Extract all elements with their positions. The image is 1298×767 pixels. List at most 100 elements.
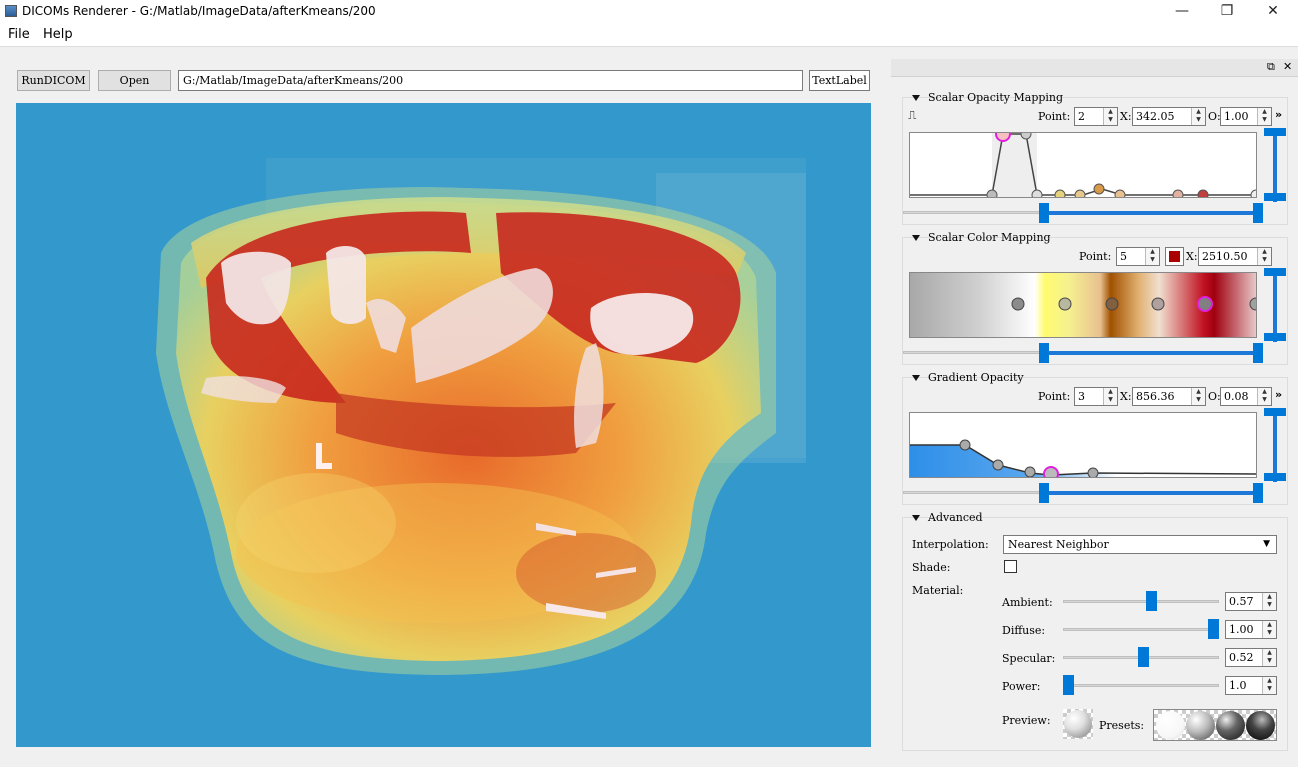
gradient-node[interactable] xyxy=(1087,467,1099,479)
gradient-horizontal-handle-left[interactable] xyxy=(1039,483,1049,503)
dock-close-icon[interactable]: ✕ xyxy=(1283,60,1292,73)
collapse-arrow-icon[interactable] xyxy=(912,95,920,101)
opacity-node[interactable] xyxy=(1074,189,1086,201)
opacity-node[interactable] xyxy=(1250,189,1262,201)
spin-arrows-icon[interactable]: ▲ ▼ xyxy=(1103,108,1117,125)
opacity-node[interactable] xyxy=(1020,128,1032,140)
dock-float-icon[interactable]: ⧉ xyxy=(1267,60,1275,74)
gradient-node[interactable] xyxy=(959,439,971,451)
gradient-node[interactable] xyxy=(1024,466,1036,478)
collapse-arrow-icon[interactable] xyxy=(912,515,920,521)
color-node[interactable] xyxy=(1011,297,1025,311)
spin-arrows-icon[interactable]: ▲ ▼ xyxy=(1257,108,1271,125)
power-spinbox[interactable]: 1.0 ▲ ▼ xyxy=(1225,676,1277,695)
gradient-horizontal-handle-right[interactable] xyxy=(1253,483,1263,503)
gradient-x-spinbox[interactable]: 856.36 ▲ ▼ xyxy=(1132,387,1206,406)
menu-file[interactable]: File xyxy=(8,27,30,42)
gradient-vertical-range[interactable] xyxy=(1273,412,1277,482)
opacity-point-spinbox[interactable]: 2 ▲ ▼ xyxy=(1074,107,1118,126)
opacity-node-selected[interactable] xyxy=(995,126,1011,142)
path-input[interactable]: G:/Matlab/ImageData/afterKmeans/200 xyxy=(178,70,803,91)
opacity-vertical-handle-bottom[interactable] xyxy=(1264,193,1286,201)
step-icon[interactable]: ⎍ xyxy=(908,108,916,123)
color-vertical-range[interactable] xyxy=(1273,272,1277,342)
preset-sphere-icon[interactable] xyxy=(1216,711,1245,740)
interpolation-select[interactable]: Nearest Neighbor ▼ xyxy=(1003,535,1277,554)
opacity-curve-canvas[interactable] xyxy=(909,126,1262,201)
spin-arrows-icon[interactable]: ▲ ▼ xyxy=(1262,593,1276,610)
render-viewport[interactable] xyxy=(16,103,871,747)
minimize-button[interactable]: — xyxy=(1159,0,1205,24)
ambient-spinbox[interactable]: 0.57 ▲ ▼ xyxy=(1225,592,1277,611)
opacity-node[interactable] xyxy=(986,189,998,201)
spin-arrows-icon[interactable]: ▲ ▼ xyxy=(1262,677,1276,694)
ambient-slider-track[interactable] xyxy=(1063,600,1219,603)
spin-arrows-icon[interactable]: ▲ ▼ xyxy=(1145,248,1159,265)
restore-button[interactable]: ❐ xyxy=(1204,0,1250,24)
color-swatch-button[interactable] xyxy=(1165,247,1184,266)
opacity-node[interactable] xyxy=(1093,183,1105,195)
color-horizontal-handle-left[interactable] xyxy=(1039,343,1049,363)
gradient-curve-canvas[interactable] xyxy=(909,412,1257,482)
spin-arrows-icon[interactable]: ▲ ▼ xyxy=(1257,388,1271,405)
color-point-spinbox[interactable]: 5 ▲ ▼ xyxy=(1116,247,1160,266)
opacity-horizontal-range[interactable] xyxy=(1043,211,1259,215)
spin-arrows-icon[interactable]: ▲ ▼ xyxy=(1257,248,1271,265)
gradient-node[interactable] xyxy=(992,459,1004,471)
opacity-horizontal-handle-right[interactable] xyxy=(1253,203,1263,223)
spin-arrows-icon[interactable]: ▲ ▼ xyxy=(1262,649,1276,666)
color-horizontal-range[interactable] xyxy=(1043,351,1259,355)
color-vertical-handle-top[interactable] xyxy=(1264,268,1286,276)
diffuse-slider-track[interactable] xyxy=(1063,628,1219,631)
opacity-horizontal-handle-left[interactable] xyxy=(1039,203,1049,223)
opacity-node[interactable] xyxy=(1172,189,1184,201)
specular-slider-thumb[interactable] xyxy=(1138,647,1149,667)
preset-sphere-icon[interactable] xyxy=(1186,711,1215,740)
preset-sphere-icon[interactable] xyxy=(1156,711,1185,740)
color-node[interactable] xyxy=(1151,297,1165,311)
shade-checkbox[interactable] xyxy=(1004,560,1017,573)
spin-arrows-icon[interactable]: ▲ ▼ xyxy=(1191,108,1205,125)
opacity-x-spinbox[interactable]: 342.05 ▲ ▼ xyxy=(1132,107,1206,126)
spin-arrows-icon[interactable]: ▲ ▼ xyxy=(1262,621,1276,638)
spin-arrows-icon[interactable]: ▲ ▼ xyxy=(1103,388,1117,405)
specular-spinbox[interactable]: 0.52 ▲ ▼ xyxy=(1225,648,1277,667)
gradient-vertical-handle-top[interactable] xyxy=(1264,408,1286,416)
gradient-node-selected[interactable] xyxy=(1043,466,1059,482)
color-node-selected[interactable] xyxy=(1197,296,1213,312)
close-button[interactable]: ✕ xyxy=(1250,0,1296,24)
opacity-node[interactable] xyxy=(1031,189,1043,201)
color-node[interactable] xyxy=(1058,297,1072,311)
spin-arrows-icon[interactable]: ▲ ▼ xyxy=(1191,388,1205,405)
preset-sphere-icon[interactable] xyxy=(1246,711,1275,740)
diffuse-slider-thumb[interactable] xyxy=(1208,619,1219,639)
opacity-node[interactable] xyxy=(1054,189,1066,201)
color-gradient-canvas[interactable] xyxy=(909,272,1263,338)
run-dicom-button[interactable]: RunDICOM xyxy=(17,70,90,91)
collapse-arrow-icon[interactable] xyxy=(912,235,920,241)
color-horizontal-handle-right[interactable] xyxy=(1253,343,1263,363)
ambient-slider-thumb[interactable] xyxy=(1146,591,1157,611)
gradient-vertical-handle-bottom[interactable] xyxy=(1264,473,1286,481)
gradient-point-spinbox[interactable]: 3 ▲ ▼ xyxy=(1074,387,1118,406)
collapse-arrow-icon[interactable] xyxy=(912,375,920,381)
opacity-o-spinbox[interactable]: 1.00 ▲ ▼ xyxy=(1220,107,1272,126)
color-node[interactable] xyxy=(1105,297,1119,311)
opacity-node[interactable] xyxy=(1197,189,1209,201)
open-button[interactable]: Open xyxy=(98,70,171,91)
more-icon[interactable]: » xyxy=(1275,108,1282,121)
color-node[interactable] xyxy=(1249,297,1263,311)
opacity-vertical-handle-top[interactable] xyxy=(1264,128,1286,136)
opacity-node[interactable] xyxy=(1114,189,1126,201)
power-slider-thumb[interactable] xyxy=(1063,675,1074,695)
preview-label: Preview: xyxy=(1002,714,1051,727)
gradient-o-spinbox[interactable]: 0.08 ▲ ▼ xyxy=(1220,387,1272,406)
more-icon[interactable]: » xyxy=(1275,388,1282,401)
power-slider-track[interactable] xyxy=(1063,684,1219,687)
color-x-spinbox[interactable]: 2510.50 ▲ ▼ xyxy=(1198,247,1272,266)
diffuse-spinbox[interactable]: 1.00 ▲ ▼ xyxy=(1225,620,1277,639)
menu-help[interactable]: Help xyxy=(43,27,73,42)
color-vertical-handle-bottom[interactable] xyxy=(1264,333,1286,341)
gradient-horizontal-range[interactable] xyxy=(1043,491,1259,495)
opacity-vertical-range[interactable] xyxy=(1273,132,1277,202)
